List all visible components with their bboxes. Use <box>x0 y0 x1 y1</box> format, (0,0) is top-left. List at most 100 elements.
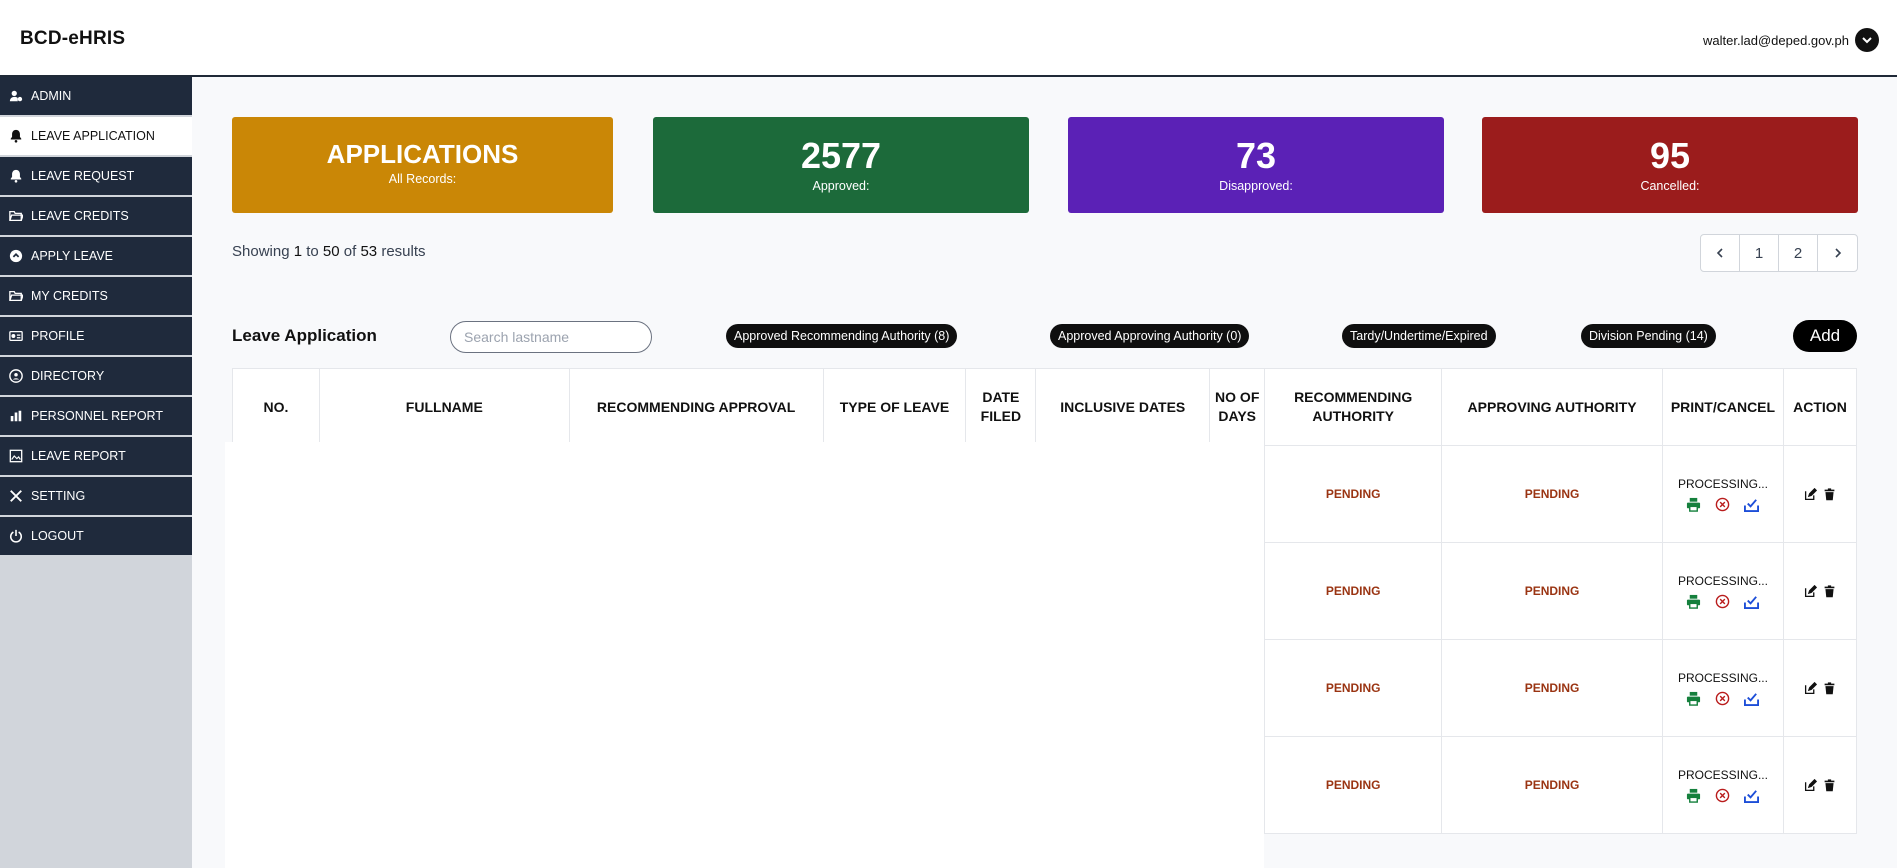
print-cancel-icons <box>1663 788 1783 803</box>
sidebar-item-leave-application[interactable]: LEAVE APPLICATION <box>0 117 192 155</box>
stat-label: All Records: <box>388 172 457 186</box>
user-menu[interactable]: walter.lad@deped.gov.ph <box>1703 28 1879 52</box>
col-no-of-days[interactable]: NO OF DAYS <box>1209 368 1266 446</box>
sidebar-item-personnel-report[interactable]: PERSONNEL REPORT <box>0 397 192 435</box>
sidebar-item-label: MY CREDITS <box>31 289 108 303</box>
col-fullname[interactable]: FULLNAME <box>318 368 570 446</box>
filter-approved-approving[interactable]: Approved Approving Authority (0) <box>1050 324 1250 348</box>
print-cancel-cell: PROCESSING... <box>1661 736 1784 834</box>
stat-label: Cancelled: <box>1640 179 1700 193</box>
cancel-circle-icon[interactable] <box>1715 788 1730 803</box>
print-icon[interactable] <box>1686 788 1701 803</box>
sidebar-item-admin[interactable]: ADMIN <box>0 77 192 115</box>
add-button[interactable]: Add <box>1793 320 1857 352</box>
approve-icon[interactable] <box>1744 497 1760 512</box>
action-icons <box>1784 778 1856 792</box>
page-button-1[interactable]: 1 <box>1740 235 1779 271</box>
folder-open-icon <box>9 210 23 222</box>
approve-icon[interactable] <box>1744 594 1760 609</box>
stat-card-applications: APPLICATIONS All Records: <box>232 117 613 213</box>
status-pending: PENDING <box>1325 681 1381 695</box>
filter-division-pending[interactable]: Division Pending (14) <box>1581 324 1716 348</box>
obscured-region <box>225 442 1264 868</box>
trash-icon[interactable] <box>1823 487 1836 501</box>
cancel-circle-icon[interactable] <box>1715 691 1730 706</box>
action-icons <box>1784 681 1856 695</box>
trash-icon[interactable] <box>1823 584 1836 598</box>
power-icon <box>9 529 23 543</box>
col-print-cancel[interactable]: PRINT/CANCEL <box>1661 368 1784 446</box>
col-inclusive-dates[interactable]: INCLUSIVE DATES <box>1035 368 1211 446</box>
top-bar: BCD-eHRIS walter.lad@deped.gov.ph <box>0 0 1897 77</box>
status-pending: PENDING <box>1325 778 1381 792</box>
stat-title: APPLICATIONS <box>326 139 519 169</box>
filter-approved-recommending[interactable]: Approved Recommending Authority (8) <box>726 324 958 348</box>
col-recommending-authority[interactable]: RECOMMENDING AUTHORITY <box>1264 368 1443 446</box>
chevron-down-icon[interactable] <box>1855 28 1879 52</box>
sidebar-item-label: LEAVE APPLICATION <box>31 129 155 143</box>
action-cell <box>1782 445 1858 543</box>
print-icon[interactable] <box>1686 497 1701 512</box>
sidebar-item-leave-request[interactable]: LEAVE REQUEST <box>0 157 192 195</box>
edit-icon[interactable] <box>1804 778 1817 792</box>
print-cancel-icons <box>1663 497 1783 512</box>
col-approving-authority[interactable]: APPROVING AUTHORITY <box>1441 368 1663 446</box>
next-page-button[interactable] <box>1818 235 1857 271</box>
stat-value: 95 <box>1649 135 1691 176</box>
filter-tardy-undertime[interactable]: Tardy/Undertime/Expired <box>1342 324 1496 348</box>
status-pending: PENDING <box>1325 487 1381 501</box>
sidebar-item-label: ADMIN <box>31 89 72 103</box>
stat-card-cancelled: 95 Cancelled: <box>1482 117 1858 213</box>
col-action[interactable]: ACTION <box>1782 368 1858 446</box>
search-input[interactable] <box>450 321 652 353</box>
cancel-circle-icon[interactable] <box>1715 497 1730 512</box>
user-cog-icon <box>9 90 23 102</box>
processing-status: PROCESSING... <box>1677 767 1768 782</box>
sidebar-item-profile[interactable]: PROFILE <box>0 317 192 355</box>
sidebar-item-label: DIRECTORY <box>31 369 105 383</box>
sidebar-item-logout[interactable]: LOGOUT <box>0 517 192 555</box>
sidebar-item-my-credits[interactable]: MY CREDITS <box>0 277 192 315</box>
sidebar-item-leave-credits[interactable]: LEAVE CREDITS <box>0 197 192 235</box>
col-recommending-approval[interactable]: RECOMMENDING APPROVAL <box>568 368 824 446</box>
cancel-circle-icon[interactable] <box>1715 594 1730 609</box>
trash-icon[interactable] <box>1823 681 1836 695</box>
sidebar-item-directory[interactable]: DIRECTORY <box>0 357 192 395</box>
stat-card-approved: 2577 Approved: <box>653 117 1029 213</box>
processing-status: PROCESSING... <box>1677 476 1768 491</box>
sidebar-item-label: LEAVE CREDITS <box>31 209 129 223</box>
col-date-filed[interactable]: DATE FILED <box>965 368 1037 446</box>
sidebar-item-label: LEAVE REQUEST <box>31 169 135 183</box>
sidebar-item-setting[interactable]: SETTING <box>0 477 192 515</box>
print-icon[interactable] <box>1686 691 1701 706</box>
col-type-of-leave[interactable]: TYPE OF LEAVE <box>822 368 967 446</box>
stat-card-disapproved: 73 Disapproved: <box>1068 117 1444 213</box>
prev-page-button[interactable] <box>1701 235 1740 271</box>
print-cancel-icons <box>1663 691 1783 706</box>
sidebar-item-leave-report[interactable]: LEAVE REPORT <box>0 437 192 475</box>
col-no[interactable]: NO. <box>232 368 320 446</box>
page-button-2[interactable]: 2 <box>1779 235 1818 271</box>
bell-icon <box>10 169 22 183</box>
sidebar-item-apply-leave[interactable]: APPLY LEAVE <box>0 237 192 275</box>
sidebar-item-label: SETTING <box>31 489 86 503</box>
edit-icon[interactable] <box>1804 584 1817 598</box>
edit-icon[interactable] <box>1804 681 1817 695</box>
results-summary: Showing 1 to 50 of 53 results <box>232 243 426 260</box>
approve-icon[interactable] <box>1744 691 1760 706</box>
approve-icon[interactable] <box>1744 788 1760 803</box>
trash-icon[interactable] <box>1823 778 1836 792</box>
address-book-icon <box>9 369 23 383</box>
edit-icon[interactable] <box>1804 487 1817 501</box>
recommending-authority-cell: PENDING <box>1264 542 1443 640</box>
stat-label: Approved: <box>812 179 870 193</box>
app-brand: BCD-eHRIS <box>20 28 126 49</box>
action-icons <box>1784 487 1856 501</box>
sidebar-item-label: APPLY LEAVE <box>31 249 113 263</box>
sidebar-item-label: LOGOUT <box>31 529 84 543</box>
action-icons <box>1784 584 1856 598</box>
tools-icon <box>10 490 22 502</box>
print-icon[interactable] <box>1686 594 1701 609</box>
print-cancel-cell: PROCESSING... <box>1661 542 1784 640</box>
recommending-authority-cell: PENDING <box>1264 445 1443 543</box>
